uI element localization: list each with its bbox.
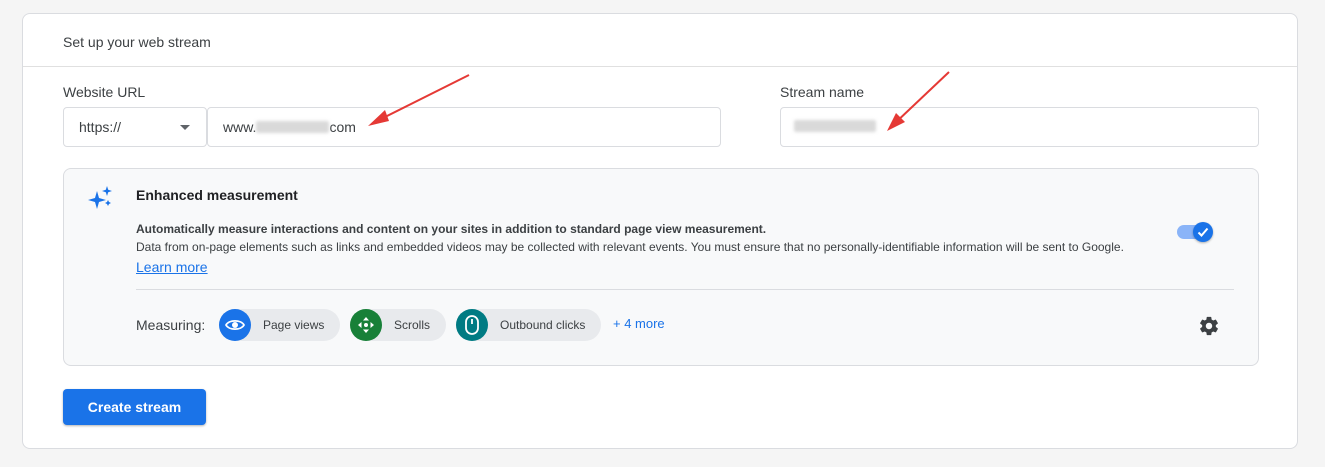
- scroll-icon: [350, 309, 382, 341]
- toggle-thumb: [1193, 222, 1213, 242]
- chevron-down-icon: [180, 125, 190, 130]
- enhanced-measurement-panel: Enhanced measurement Automatically measu…: [63, 168, 1259, 366]
- enhanced-measurement-title: Enhanced measurement: [136, 187, 298, 203]
- measuring-label: Measuring:: [136, 317, 206, 333]
- more-events-link[interactable]: + 4 more: [613, 316, 665, 331]
- enhanced-measurement-summary: Automatically measure interactions and c…: [136, 222, 767, 236]
- protocol-select[interactable]: https://: [63, 107, 207, 147]
- chip-label: Scrolls: [394, 318, 431, 332]
- stream-name-input[interactable]: [780, 107, 1259, 147]
- chip-page-views[interactable]: Page views: [219, 309, 341, 341]
- learn-more-link[interactable]: Learn more: [136, 259, 208, 275]
- enhanced-measurement-description: Data from on-page elements such as links…: [136, 240, 1124, 254]
- sparkle-icon: [88, 186, 112, 209]
- divider: [136, 289, 1234, 290]
- chip-outbound-clicks[interactable]: Outbound clicks: [456, 309, 602, 341]
- enhanced-measurement-toggle[interactable]: [1177, 220, 1217, 244]
- card-title: Set up your web stream: [63, 34, 211, 50]
- divider: [23, 66, 1297, 67]
- gear-icon[interactable]: [1198, 315, 1220, 337]
- protocol-value: https://: [79, 119, 122, 135]
- chip-label: Page views: [263, 318, 325, 332]
- check-icon: [1197, 227, 1209, 237]
- stream-name-label: Stream name: [780, 84, 865, 100]
- eye-icon: [219, 309, 251, 341]
- create-stream-button[interactable]: Create stream: [63, 389, 206, 425]
- chip-label: Outbound clicks: [500, 318, 586, 332]
- url-suffix: com: [329, 119, 356, 135]
- redacted-stream-name: [794, 120, 876, 132]
- web-stream-card: Set up your web stream Website URL https…: [22, 13, 1298, 449]
- mouse-icon: [456, 309, 488, 341]
- annotation-arrow-icon: [368, 74, 470, 126]
- website-url-label: Website URL: [63, 84, 146, 100]
- annotation-arrow-icon: [887, 71, 950, 131]
- url-prefix: www.: [223, 119, 257, 135]
- chip-scrolls[interactable]: Scrolls: [350, 309, 447, 341]
- redacted-domain: [256, 121, 330, 133]
